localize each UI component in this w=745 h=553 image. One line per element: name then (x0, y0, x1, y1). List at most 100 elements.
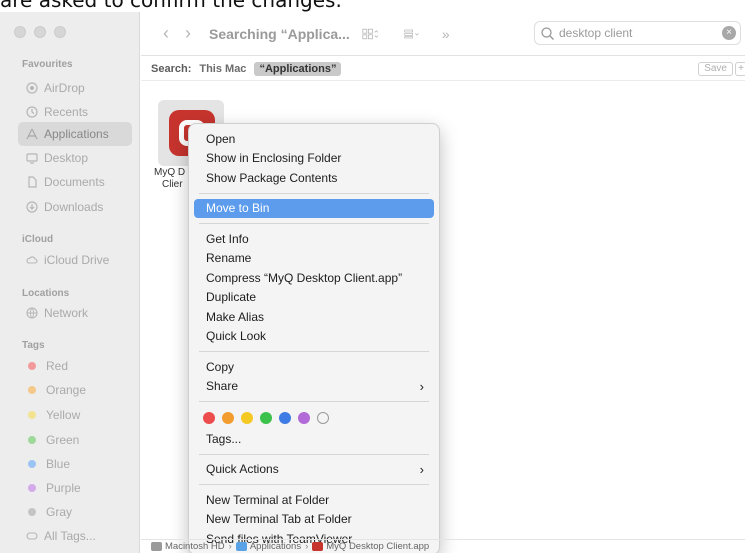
sidebar-tag-green[interactable]: Green (18, 428, 132, 452)
menu-item-duplicate[interactable]: Duplicate (194, 288, 434, 308)
minimize-window-button[interactable] (34, 26, 46, 38)
menu-item-new-terminal-at-folder[interactable]: New Terminal at Folder (194, 490, 434, 510)
view-options-icon[interactable] (362, 27, 378, 41)
toolbar: ‹ › Searching “Applica... » desktop clie… (141, 12, 745, 56)
sidebar-tag-red[interactable]: Red (18, 354, 132, 378)
search-scope-bar: Search: This Mac “Applications” Save + (141, 57, 745, 81)
tag-color-dot (28, 436, 36, 444)
search-icon (541, 26, 554, 40)
path-separator: › (305, 541, 309, 552)
path-item-app[interactable]: MyQ Desktop Client.app (326, 541, 429, 552)
sidebar-item-documents[interactable]: Documents (18, 170, 132, 194)
menu-item-label: Quick Actions (206, 462, 279, 477)
sidebar-item-network[interactable]: Network (18, 301, 132, 325)
sidebar-item-label: Blue (46, 457, 71, 471)
sidebar-item-airdrop[interactable]: AirDrop (18, 76, 132, 100)
sidebar-section-locations: Locations (22, 288, 70, 299)
window-controls (14, 26, 66, 38)
menu-item-show-package-contents[interactable]: Show Package Contents (194, 168, 434, 188)
clock-icon (26, 106, 38, 118)
path-item-macintosh-hd[interactable]: Macintosh HD (165, 541, 225, 552)
tag-color-dot (28, 362, 36, 370)
tag-swatch-orange[interactable] (222, 412, 234, 424)
sidebar-item-label: Desktop (44, 151, 89, 165)
menu-item-show-in-enclosing-folder[interactable]: Show in Enclosing Folder (194, 149, 434, 169)
tag-color-swatches (189, 407, 439, 429)
sidebar-item-downloads[interactable]: Downloads (18, 195, 132, 219)
add-criteria-button[interactable]: + (735, 62, 745, 76)
document-icon (26, 176, 38, 188)
tag-swatch-yellow[interactable] (241, 412, 253, 424)
forward-button[interactable]: › (177, 23, 199, 44)
save-search-button[interactable]: Save (698, 62, 733, 76)
sidebar-item-recents[interactable]: Recents (18, 100, 132, 124)
chevron-right-icon: › (419, 461, 424, 477)
window-title: Searching “Applica... (209, 25, 350, 42)
sidebar-section-tags: Tags (22, 340, 45, 351)
menu-item-copy[interactable]: Copy (194, 357, 434, 377)
tag-color-dot (28, 386, 36, 394)
menu-item-tags[interactable]: Tags... (194, 429, 434, 449)
group-by-icon[interactable] (404, 27, 420, 41)
tag-color-dot (28, 411, 36, 419)
sidebar-all-tags[interactable]: All Tags... (18, 524, 132, 548)
tag-swatch-blue[interactable] (279, 412, 291, 424)
sidebar-tag-blue[interactable]: Blue (18, 452, 132, 476)
menu-separator (199, 484, 429, 485)
folder-icon (235, 542, 247, 551)
menu-item-open[interactable]: Open (194, 129, 434, 149)
tag-swatch-none[interactable] (317, 412, 329, 424)
sidebar-item-desktop[interactable]: Desktop (18, 146, 132, 170)
context-menu: Open Show in Enclosing Folder Show Packa… (188, 123, 440, 553)
app-small-icon (312, 542, 324, 551)
sidebar-item-icloud-drive[interactable]: iCloud Drive (18, 248, 132, 272)
menu-item-share[interactable]: Share › (194, 377, 434, 397)
network-icon (26, 307, 38, 319)
menu-item-make-alias[interactable]: Make Alias (194, 307, 434, 327)
zoom-window-button[interactable] (54, 26, 66, 38)
menu-item-compress[interactable]: Compress “MyQ Desktop Client.app” (194, 268, 434, 288)
path-item-applications[interactable]: Applications (250, 541, 301, 552)
close-window-button[interactable] (14, 26, 26, 38)
scope-applications[interactable]: “Applications” (254, 61, 342, 76)
tag-swatch-red[interactable] (203, 412, 215, 424)
menu-separator (199, 223, 429, 224)
sidebar-item-label: Red (46, 359, 69, 373)
menu-item-quick-actions[interactable]: Quick Actions › (194, 460, 434, 480)
back-button[interactable]: ‹ (155, 23, 177, 44)
path-separator: › (228, 541, 232, 552)
menu-item-new-terminal-tab-at-folder[interactable]: New Terminal Tab at Folder (194, 510, 434, 530)
tag-swatch-green[interactable] (260, 412, 272, 424)
sidebar-item-applications[interactable]: Applications (18, 122, 132, 146)
tag-color-dot (28, 460, 36, 468)
desktop-icon (26, 152, 38, 164)
sidebar-item-label: Gray (46, 505, 73, 519)
menu-separator (199, 453, 429, 455)
menu-separator (199, 401, 429, 402)
caption-text: are asked to confirm the changes. (0, 0, 342, 12)
search-field[interactable]: desktop client × (534, 21, 741, 45)
sidebar-item-label: Documents (44, 175, 105, 189)
sidebar-item-label: All Tags... (44, 529, 96, 543)
sidebar-tag-purple[interactable]: Purple (18, 476, 132, 500)
menu-item-get-info[interactable]: Get Info (194, 229, 434, 249)
menu-item-quick-look[interactable]: Quick Look (194, 327, 434, 347)
sidebar-tag-yellow[interactable]: Yellow (18, 403, 132, 427)
menu-item-rename[interactable]: Rename (194, 249, 434, 269)
scope-this-mac[interactable]: This Mac (199, 63, 246, 75)
menu-item-move-to-bin[interactable]: Move to Bin (194, 198, 434, 218)
scope-label: Search: (151, 62, 192, 75)
path-bar: Macintosh HD › Applications › MyQ Deskto… (141, 539, 745, 553)
menu-separator (199, 351, 429, 352)
more-toolbar-icon[interactable]: » (442, 26, 450, 42)
tag-swatch-purple[interactable] (298, 412, 310, 424)
clear-search-icon[interactable]: × (722, 26, 736, 40)
sidebar-section-favourites: Favourites (22, 59, 73, 70)
sidebar-item-label: AirDrop (44, 81, 85, 95)
sidebar-tag-gray[interactable]: Gray (18, 500, 132, 524)
airdrop-icon (26, 82, 38, 94)
sidebar-tag-orange[interactable]: Orange (18, 378, 132, 402)
tag-icon (26, 530, 38, 542)
sidebar-item-label: Orange (46, 383, 87, 397)
sidebar-item-label: Applications (44, 127, 109, 141)
